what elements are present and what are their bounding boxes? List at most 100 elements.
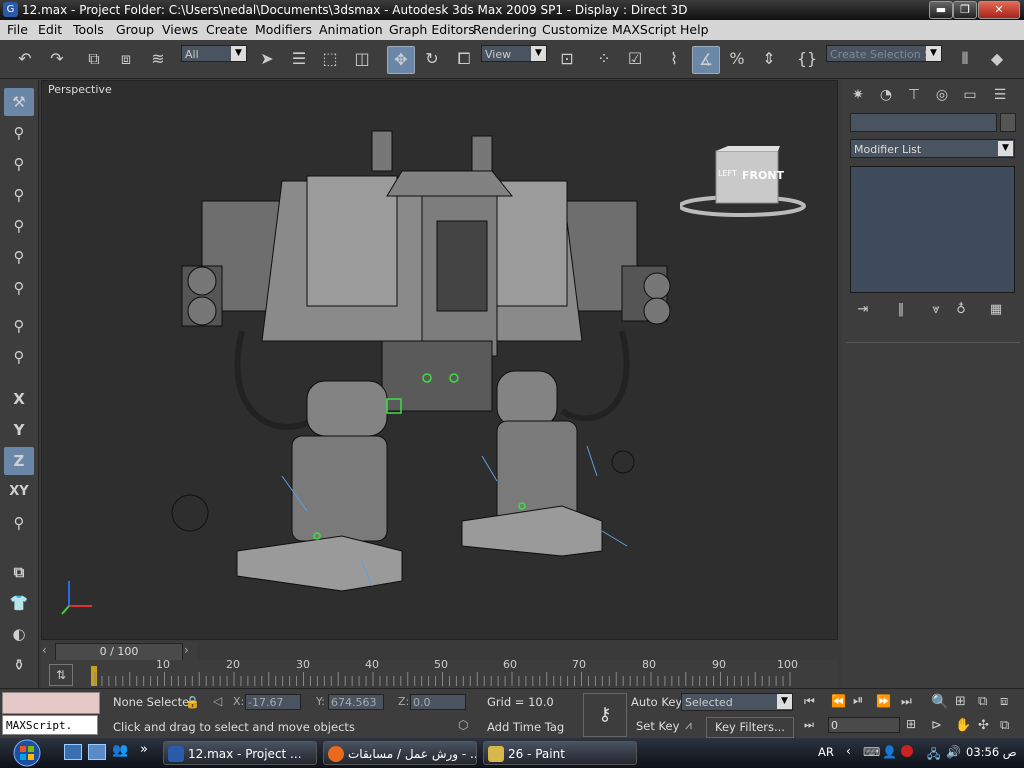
add-time-tag[interactable]: Add Time Tag bbox=[487, 720, 564, 734]
zoom-extents-all-icon[interactable]: ⧈ bbox=[1000, 694, 1008, 709]
switch-windows-icon[interactable] bbox=[88, 744, 106, 760]
viewcube-front-label[interactable]: FRONT bbox=[742, 169, 784, 182]
task-paint[interactable]: 26 - Paint bbox=[483, 741, 637, 765]
modifier-list-dropdown[interactable]: Modifier List ▼ bbox=[850, 139, 1015, 158]
pin-stack-icon[interactable]: ⇥ bbox=[852, 300, 874, 320]
manipulate-icon[interactable]: ⁘ bbox=[591, 46, 617, 72]
menu-group[interactable]: Group bbox=[116, 22, 154, 37]
object-name-field[interactable] bbox=[850, 113, 997, 132]
orbit-icon[interactable]: ✣ bbox=[978, 718, 989, 733]
teapot-icon[interactable]: ⚱ bbox=[4, 651, 34, 679]
maxscript-mini-listener-pink[interactable] bbox=[2, 692, 100, 714]
chevron-right-icon[interactable]: › bbox=[184, 643, 196, 657]
modifier-stack[interactable] bbox=[850, 166, 1015, 293]
volume-tray-icon[interactable]: 🔊 bbox=[946, 745, 961, 759]
show-desktop-icon[interactable] bbox=[64, 744, 82, 760]
tray-chevron-icon[interactable]: ‹ bbox=[846, 744, 851, 758]
magnet-xy-icon[interactable]: ⚲ bbox=[4, 343, 34, 371]
key-tangent-icon[interactable]: ⩘ bbox=[685, 718, 692, 733]
antivirus-tray-icon[interactable] bbox=[901, 745, 913, 757]
key-filters-button[interactable]: Key Filters... bbox=[706, 717, 794, 738]
make-unique-icon[interactable]: ⩔ bbox=[925, 300, 947, 320]
key-icon[interactable]: ⚷ bbox=[583, 693, 627, 737]
go-to-start-icon[interactable]: ⏮ bbox=[804, 694, 815, 709]
window-crossing-icon[interactable]: ◫ bbox=[349, 46, 375, 72]
y-coordinate-field[interactable]: 674.563 bbox=[328, 694, 384, 710]
modify-panel-icon[interactable]: ◔ bbox=[874, 84, 898, 106]
messenger-icon[interactable]: 👥 bbox=[112, 743, 128, 758]
utilities-panel-icon[interactable]: ☰ bbox=[988, 84, 1012, 106]
auto-key-button[interactable]: Auto Key bbox=[631, 695, 682, 709]
minimize-button[interactable]: ▬ bbox=[929, 1, 953, 19]
maxscript-mini-listener[interactable]: MAXScript. bbox=[2, 715, 98, 735]
bind-space-warp-icon[interactable]: ≋ bbox=[145, 46, 171, 72]
language-indicator[interactable]: AR bbox=[818, 745, 834, 759]
axis-y-button[interactable]: Y bbox=[4, 416, 34, 444]
time-configuration-icon[interactable]: ⊞ bbox=[906, 717, 916, 731]
set-key-button[interactable]: Set Key bbox=[636, 719, 679, 733]
menu-animation[interactable]: Animation bbox=[319, 22, 383, 37]
magnet-tool-icon[interactable]: ⚲ bbox=[4, 243, 34, 271]
x-coordinate-field[interactable]: -17.67 bbox=[245, 694, 301, 710]
menu-create[interactable]: Create bbox=[206, 22, 248, 37]
menu-file[interactable]: File bbox=[7, 22, 28, 37]
go-to-end-icon[interactable]: ⏭ bbox=[901, 694, 912, 709]
select-link-icon[interactable]: ⧉ bbox=[81, 46, 107, 72]
unlink-icon[interactable]: ⧈ bbox=[113, 46, 139, 72]
menu-help[interactable]: Help bbox=[680, 22, 709, 37]
menu-customize[interactable]: Customize bbox=[542, 22, 608, 37]
percent-snap-icon[interactable]: % bbox=[724, 46, 750, 72]
viewcube-left-label[interactable]: LEFT bbox=[718, 169, 737, 178]
quick-launch-chevron-icon[interactable]: » bbox=[140, 742, 148, 757]
configure-modifier-sets-icon[interactable]: ▦ bbox=[985, 300, 1007, 320]
display-panel-icon[interactable]: ▭ bbox=[958, 84, 982, 106]
keyboard-shortcut-override-icon[interactable]: ☑ bbox=[622, 46, 648, 72]
angle-snap-icon[interactable]: ∡ bbox=[692, 46, 720, 74]
menu-modifiers[interactable]: Modifiers bbox=[255, 22, 312, 37]
menu-tools[interactable]: Tools bbox=[73, 22, 104, 37]
magnet-xy-icon[interactable]: ⚲ bbox=[4, 509, 34, 537]
axis-x-button[interactable]: X bbox=[4, 385, 34, 413]
user-tray-icon[interactable]: 👤 bbox=[882, 745, 897, 759]
current-frame-field[interactable]: 0 bbox=[828, 717, 900, 733]
curve-editor-icon[interactable]: ⇅ bbox=[49, 664, 73, 686]
zoom-icon[interactable]: 🔍 bbox=[931, 694, 948, 710]
task-firefox[interactable]: ورش عمل / مسابقات - ... bbox=[323, 741, 477, 765]
absolute-mode-icon[interactable]: ◁ bbox=[213, 694, 222, 708]
maximize-viewport-icon[interactable]: ⧉ bbox=[1000, 718, 1009, 733]
axis-z-button[interactable]: Z bbox=[4, 447, 34, 475]
zoom-extents-icon[interactable]: ⧉ bbox=[978, 694, 987, 709]
close-button[interactable]: ✕ bbox=[978, 1, 1020, 19]
select-by-name-icon[interactable]: ☰ bbox=[286, 46, 312, 72]
select-and-scale-icon[interactable]: ⧠ bbox=[451, 46, 477, 72]
menu-edit[interactable]: Edit bbox=[38, 22, 62, 37]
task-3dsmax[interactable]: 12.max - Project ... bbox=[163, 741, 317, 765]
menu-views[interactable]: Views bbox=[162, 22, 198, 37]
menu-rendering[interactable]: Rendering bbox=[473, 22, 537, 37]
snaps-toggle-icon[interactable]: ⌇ bbox=[661, 46, 687, 72]
previous-frame-icon[interactable]: ⏪ bbox=[831, 694, 846, 708]
layers-icon[interactable]: ⧉ bbox=[4, 558, 34, 586]
selection-filter-dropdown[interactable]: All ▼ bbox=[181, 45, 247, 62]
chevron-left-icon[interactable]: ‹ bbox=[42, 643, 54, 657]
track-bar[interactable]: ⇅ 10 20 30 40 50 60 70 80 90 100 bbox=[41, 658, 838, 688]
network-tray-icon[interactable]: 🖧 bbox=[927, 745, 940, 766]
redo-icon[interactable]: ↷ bbox=[44, 46, 70, 72]
magnet-tool-icon[interactable]: ⚲ bbox=[4, 181, 34, 209]
spinner-snap-icon[interactable]: ⇕ bbox=[756, 46, 782, 72]
viewcube[interactable]: FRONT LEFT bbox=[678, 141, 810, 221]
reference-coordinate-dropdown[interactable]: View ▼ bbox=[481, 45, 547, 62]
menu-graph-editors[interactable]: Graph Editors bbox=[389, 22, 475, 37]
magnet-tool-icon[interactable]: ⚲ bbox=[4, 274, 34, 302]
remove-modifier-icon[interactable]: ♁ bbox=[950, 300, 972, 320]
start-button[interactable] bbox=[8, 738, 46, 768]
z-coordinate-field[interactable]: 0.0 bbox=[410, 694, 466, 710]
motion-panel-icon[interactable]: ◎ bbox=[930, 84, 954, 106]
axis-xy-button[interactable]: XY bbox=[4, 478, 34, 506]
undo-icon[interactable]: ↶ bbox=[12, 46, 38, 72]
key-mode-dropdown[interactable]: Selected ▼ bbox=[681, 693, 793, 711]
object-color-swatch[interactable] bbox=[1000, 113, 1016, 132]
create-panel-icon[interactable]: ✷ bbox=[846, 84, 870, 106]
time-slider[interactable]: ‹ 0 / 100 › bbox=[41, 642, 197, 661]
lock-selection-icon[interactable]: 🔒 bbox=[185, 695, 200, 709]
